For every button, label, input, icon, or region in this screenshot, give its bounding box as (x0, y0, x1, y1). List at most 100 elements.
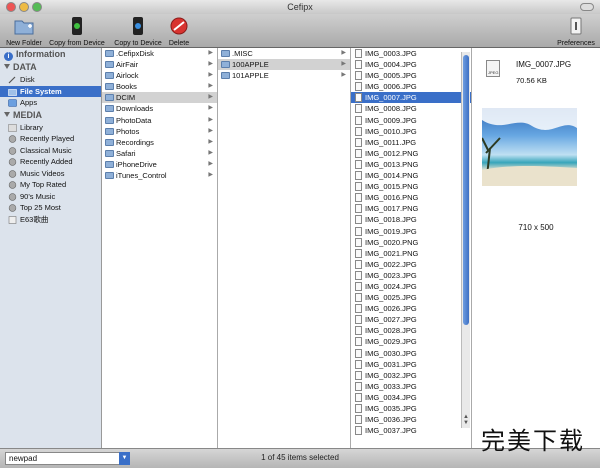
folder-row[interactable]: .CefipxDisk ▶ (102, 48, 217, 59)
scroll-arrows-icon[interactable]: ▲ ▼ (463, 414, 469, 426)
file-row[interactable]: IMG_0035.JPG (351, 403, 471, 414)
file-row[interactable]: IMG_0030.JPG (351, 348, 471, 359)
folder-row[interactable]: PhotoData ▶ (102, 115, 217, 126)
image-file-icon (355, 182, 362, 192)
zoom-window-button[interactable] (32, 2, 42, 12)
folder-row[interactable]: Safari ▶ (102, 148, 217, 159)
file-row[interactable]: IMG_0005.JPG (351, 70, 471, 81)
delete-button[interactable]: Delete (167, 16, 191, 47)
file-row[interactable]: IMG_0029.JPG (351, 336, 471, 347)
sidebar-item-disk[interactable]: Disk (0, 74, 101, 86)
sidebar-item-playlist[interactable]: E63歌曲 (0, 214, 101, 226)
copy-from-device-button[interactable]: Copy from Device (48, 16, 106, 47)
folder-row[interactable]: AirFair ▶ (102, 59, 217, 70)
folder-icon (105, 172, 114, 180)
folder-row[interactable]: 100APPLE ▶ (218, 59, 350, 71)
file-row[interactable]: IMG_0011.JPG (351, 137, 471, 148)
folder-row[interactable]: Photos ▶ (102, 126, 217, 137)
file-row[interactable]: IMG_0028.JPG (351, 325, 471, 336)
file-row[interactable]: IMG_0026.JPG (351, 303, 471, 314)
playlist-gear-icon (8, 146, 17, 155)
file-row[interactable]: IMG_0004.JPG (351, 59, 471, 70)
file-row[interactable]: IMG_0007.JPG (351, 92, 471, 104)
image-file-icon (355, 93, 362, 103)
file-row[interactable]: IMG_0008.JPG (351, 103, 471, 114)
scrollbar-thumb[interactable] (463, 55, 469, 325)
file-row[interactable]: IMG_0025.JPG (351, 292, 471, 303)
sidebar-item-library[interactable]: Library (0, 122, 101, 134)
chevron-right-icon: ▶ (208, 138, 213, 145)
folder-row[interactable]: .MISC ▶ (218, 48, 350, 59)
image-file-icon (355, 259, 362, 269)
file-row[interactable]: IMG_0006.JPG (351, 81, 471, 92)
item-name: IMG_0037.JPG (365, 426, 417, 436)
sidebar-item-playlist[interactable]: Classical Music (0, 145, 101, 157)
sidebar-item-apps[interactable]: Apps (0, 97, 101, 109)
info-icon: i (4, 52, 13, 61)
file-row[interactable]: IMG_0009.JPG (351, 115, 471, 126)
file-row[interactable]: IMG_0032.JPG (351, 370, 471, 381)
file-row[interactable]: IMG_0013.PNG (351, 159, 471, 170)
file-row[interactable]: IMG_0019.JPG (351, 226, 471, 237)
sidebar-section-data[interactable]: DATA (0, 61, 101, 74)
image-file-icon (355, 392, 362, 402)
file-row[interactable]: IMG_0021.PNG (351, 248, 471, 259)
item-name: IMG_0014.PNG (365, 171, 419, 181)
sidebar-item-playlist[interactable]: Recently Played (0, 133, 101, 145)
sidebar-item-playlist[interactable]: 90's Music (0, 191, 101, 203)
sidebar-section-media[interactable]: MEDIA (0, 109, 101, 122)
item-name: IMG_0010.JPG (365, 126, 417, 136)
folder-row[interactable]: Downloads ▶ (102, 103, 217, 114)
file-list-scrollbar[interactable]: ▲ ▼ (461, 52, 470, 428)
folder-row[interactable]: DCIM ▶ (102, 92, 217, 104)
folder-row[interactable]: iPhoneDrive ▶ (102, 159, 217, 170)
sidebar-item-playlist[interactable]: Top 25 Most (0, 202, 101, 214)
new-folder-button[interactable]: New Folder (4, 16, 44, 47)
file-row[interactable]: IMG_0020.PNG (351, 237, 471, 248)
file-row[interactable]: IMG_0024.JPG (351, 281, 471, 292)
disclosure-triangle-icon[interactable] (4, 111, 10, 117)
file-row[interactable]: IMG_0034.JPG (351, 392, 471, 403)
preview-image (481, 108, 577, 187)
new-folder-icon (14, 20, 34, 35)
file-row[interactable]: IMG_0015.PNG (351, 181, 471, 192)
folder-row[interactable]: 101APPLE ▶ (218, 70, 350, 81)
file-row[interactable]: IMG_0036.JPG (351, 414, 471, 425)
folder-row[interactable]: Recordings ▶ (102, 137, 217, 148)
chevron-right-icon: ▶ (208, 105, 213, 112)
folder-row[interactable]: iTunes_Control ▶ (102, 170, 217, 181)
image-file-icon (355, 315, 362, 325)
image-file-icon (355, 82, 362, 92)
chevron-right-icon: ▶ (208, 72, 213, 79)
preferences-button[interactable]: Preferences (555, 16, 597, 47)
sidebar-item-playlist[interactable]: Music Videos (0, 168, 101, 180)
minimize-window-button[interactable] (19, 2, 29, 12)
file-row[interactable]: IMG_0037.JPG (351, 425, 471, 436)
item-name: iPhoneDrive (116, 159, 157, 169)
file-row[interactable]: IMG_0010.JPG (351, 126, 471, 137)
sidebar-item-playlist[interactable]: My Top Rated (0, 179, 101, 191)
sidebar-item-information[interactable]: i Information (0, 48, 101, 61)
sidebar-item-playlist[interactable]: Recently Added (0, 156, 101, 168)
file-row[interactable]: IMG_0016.PNG (351, 192, 471, 203)
folder-row[interactable]: Books ▶ (102, 81, 217, 92)
file-row[interactable]: IMG_0018.JPG (351, 214, 471, 225)
toolbar-toggle-button[interactable] (580, 3, 594, 11)
disclosure-triangle-icon[interactable] (4, 64, 10, 69)
file-row[interactable]: IMG_0003.JPG (351, 48, 471, 59)
copy-to-device-button[interactable]: Copy to Device (113, 16, 163, 47)
folder-row[interactable]: Airlock ▶ (102, 70, 217, 81)
file-row[interactable]: IMG_0012.PNG (351, 148, 471, 159)
preview-pane: JPEG IMG_0007.JPG 70.56 KB 710 x 500 (472, 48, 600, 448)
close-window-button[interactable] (6, 2, 16, 12)
sidebar-item-file-system[interactable]: File System (0, 85, 101, 97)
file-row[interactable]: IMG_0027.JPG (351, 314, 471, 325)
item-name: IMG_0036.JPG (365, 415, 417, 425)
file-row[interactable]: IMG_0023.JPG (351, 270, 471, 281)
file-row[interactable]: IMG_0022.JPG (351, 259, 471, 270)
file-row[interactable]: IMG_0017.PNG (351, 203, 471, 214)
file-row[interactable]: IMG_0033.JPG (351, 381, 471, 392)
file-row[interactable]: IMG_0014.PNG (351, 170, 471, 181)
folder-icon (105, 127, 114, 135)
file-row[interactable]: IMG_0031.JPG (351, 359, 471, 370)
